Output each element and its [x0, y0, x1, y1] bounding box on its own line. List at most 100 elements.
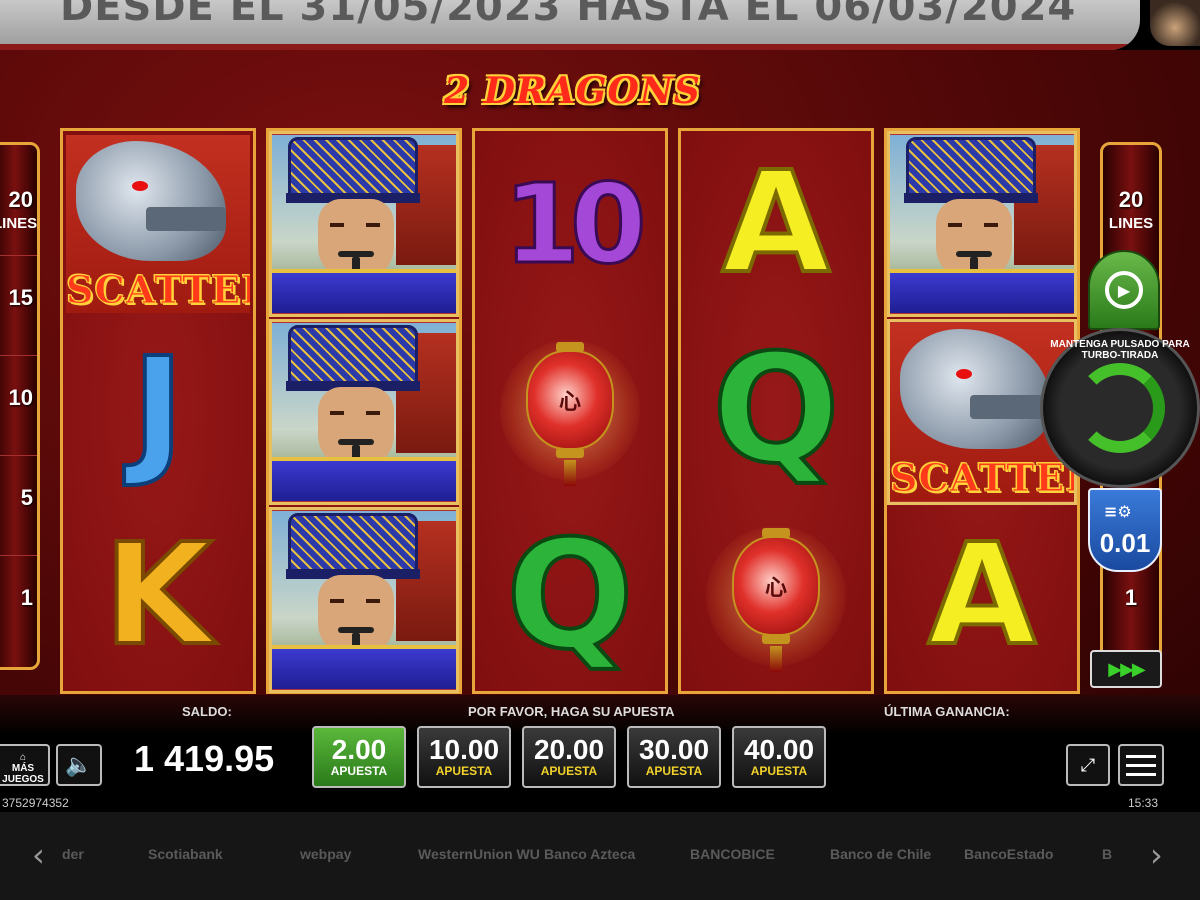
divider [0, 255, 37, 256]
bet-option-2[interactable]: 10.00 APUESTA [417, 726, 511, 788]
bet-option-1[interactable]: 2.00 APUESTA [312, 726, 406, 788]
sponsor-logo: Banco de Chile [830, 846, 932, 862]
bet-label: APUESTA [645, 764, 703, 778]
clock: 15:33 [1128, 796, 1159, 810]
j-symbol: J [63, 317, 253, 503]
balance-label: SALDO: [182, 704, 232, 719]
speaker-icon: 🔈 [65, 752, 93, 778]
ten-symbol: 10 [475, 131, 665, 317]
line-marker-1: 1 [1124, 585, 1138, 610]
line-marker-5: 5 [20, 485, 33, 510]
scatter-symbol: SCATTER [63, 131, 253, 317]
dragon-jaw [970, 395, 1050, 419]
session-id: 3752974352 [2, 796, 69, 810]
game-logo: 2 DRAGONS [444, 70, 701, 112]
autoplay-button[interactable]: ▶ [1088, 250, 1160, 330]
reel-1: SCATTER J K [60, 128, 256, 694]
dragon-icon [76, 141, 226, 261]
fast-forward-icon: ▶▶▶ [1108, 658, 1146, 680]
scatter-label: SCATTER [890, 455, 1074, 501]
ten-symbol-label: 10 [502, 159, 648, 290]
status-line: 3752974352 15:33 [0, 795, 1200, 811]
hamburger-line [1126, 763, 1156, 767]
home-icon: ⌂ [19, 752, 27, 763]
emperor-symbol [269, 131, 459, 317]
a-symbol: A [887, 503, 1077, 689]
sponsor-strip: ‹ der Scotiabank webpay WesternUnion WU … [0, 812, 1200, 900]
a-symbol-label: A [926, 514, 1038, 677]
divider [0, 355, 37, 356]
slot-game-area: 2 DRAGONS 20 LINES 15 10 5 1 20 LINES 10… [0, 50, 1200, 795]
spin-icon [1075, 363, 1165, 453]
chevron-left-icon[interactable]: ‹ [32, 836, 45, 874]
speed-button[interactable]: ▶▶▶ [1090, 650, 1162, 688]
lines-count: 20 [8, 187, 33, 212]
dragon-eye [132, 181, 148, 191]
scatter-label: SCATTER [66, 267, 250, 313]
promo-banner: DESDE EL 31/05/2023 HASTA EL 06/03/2024 [0, 0, 1140, 50]
k-symbol: K [63, 503, 253, 689]
emperor-symbol [269, 319, 459, 505]
dragon-eye [956, 369, 972, 379]
last-win-label: ÚLTIMA GANANCIA: [884, 704, 1010, 719]
reel-3: 10 心 Q [472, 128, 668, 694]
sponsor-logo: BANCOBICE [690, 846, 775, 862]
avatar [1150, 0, 1200, 46]
lantern-symbol: 心 [475, 317, 665, 503]
bet-value: 40.00 [743, 734, 815, 765]
spin-hint: MANTENGA PULSADO PARA TURBO-TIRADA [1050, 339, 1190, 361]
emperor-symbol [887, 131, 1077, 317]
lines-label: LINES [1108, 215, 1154, 232]
settings-icon: ≡⚙ [1104, 502, 1132, 521]
lantern-symbol: 心 [681, 503, 871, 689]
lantern-icon: 心 [732, 528, 820, 644]
sponsor-logo: B [1102, 846, 1113, 862]
balance-value: 1 419.95 [134, 738, 275, 779]
bet-value: 10.00 [428, 734, 500, 765]
line-marker-15: 15 [8, 285, 33, 310]
hamburger-icon [1126, 754, 1156, 758]
sponsor-logo: Banco Azteca [544, 846, 636, 862]
k-symbol-label: K [102, 514, 214, 677]
stake-button[interactable]: ≡⚙ 0.01 [1088, 488, 1162, 572]
stake-value: 0.01 [1099, 528, 1151, 558]
more-games-button[interactable]: ⌂ MÁS JUEGOS [0, 744, 50, 786]
bet-option-5[interactable]: 40.00 APUESTA [732, 726, 826, 788]
line-marker-10: 10 [8, 385, 33, 410]
bet-label: APUESTA [435, 764, 493, 778]
lantern-icon: 心 [526, 342, 614, 458]
bet-option-4[interactable]: 30.00 APUESTA [627, 726, 721, 788]
fullscreen-button[interactable]: ⤢ [1066, 744, 1110, 786]
bet-prompt: POR FAVOR, HAGA SU APUESTA [468, 704, 675, 719]
q-symbol: Q [475, 503, 665, 689]
divider [0, 555, 37, 556]
sound-button[interactable]: 🔈 [56, 744, 102, 786]
q-symbol-label: Q [710, 323, 842, 497]
spin-button[interactable]: MANTENGA PULSADO PARA TURBO-TIRADA [1040, 328, 1200, 488]
emperor-symbol [269, 507, 459, 693]
left-lines-panel: 20 LINES 15 10 5 1 [0, 142, 40, 670]
sponsor-logo: der [62, 846, 84, 862]
lines-count: 20 [1118, 187, 1144, 212]
lines-label: LINES [0, 215, 38, 232]
bet-value: 2.00 [331, 734, 387, 765]
bet-value: 20.00 [533, 734, 605, 765]
sponsor-logo: BancoEstado [964, 846, 1054, 862]
bet-label: APUESTA [330, 764, 388, 778]
menu-button[interactable] [1118, 744, 1164, 786]
a-symbol-label: A [720, 142, 832, 305]
fullscreen-icon: ⤢ [1080, 754, 1096, 776]
bet-option-3[interactable]: 20.00 APUESTA [522, 726, 616, 788]
j-symbol-label: J [130, 328, 186, 491]
sponsor-logo: Scotiabank [148, 846, 223, 862]
line-marker-1: 1 [20, 585, 33, 610]
sponsor-logo: WesternUnion WU [418, 846, 540, 862]
promo-banner-text: DESDE EL 31/05/2023 HASTA EL 06/03/2024 [60, 0, 1077, 30]
a-symbol: A [681, 131, 871, 317]
dragon-jaw [146, 207, 226, 231]
bet-label: APUESTA [750, 764, 808, 778]
reel-4: A Q 心 [678, 128, 874, 694]
lantern-glyph: 心 [764, 575, 787, 601]
chevron-right-icon[interactable]: › [1150, 836, 1163, 874]
reel-2 [266, 128, 462, 694]
